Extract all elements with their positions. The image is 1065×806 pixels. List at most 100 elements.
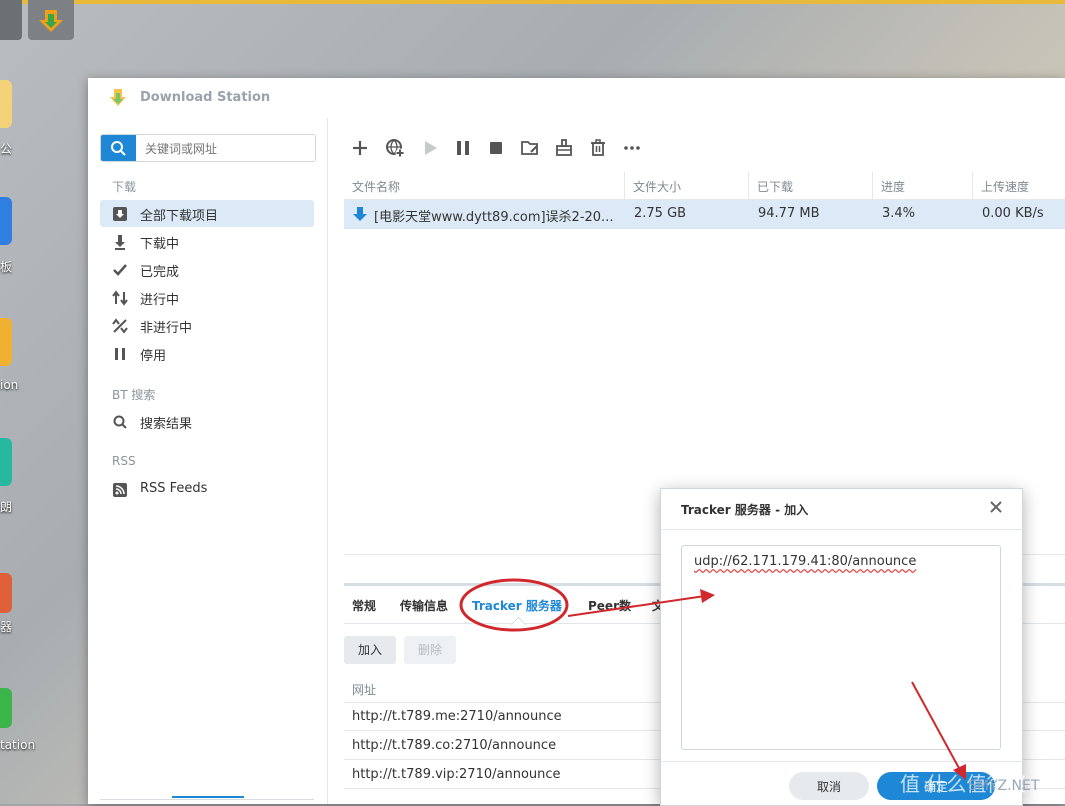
search-icon (113, 415, 127, 429)
trash-icon (591, 139, 605, 156)
all-downloads-icon (113, 207, 127, 221)
sidebar-item-label: RSS Feeds (140, 481, 208, 496)
sidebar-item-label: 全部下载项目 (140, 209, 219, 224)
sidebar-item-inactive[interactable]: 非进行中 (100, 312, 314, 339)
window-title: Download Station (140, 90, 271, 105)
sidebar-scroll-indicator[interactable] (172, 796, 244, 798)
tracker-url: http://t.t789.co:2710/announce (352, 738, 557, 753)
column-separator[interactable] (872, 172, 873, 199)
add-button[interactable] (348, 136, 372, 160)
tracker-url: http://t.t789.me:2710/announce (352, 709, 562, 724)
desktop-shortcut-icon[interactable] (0, 80, 12, 128)
transfer-arrows-icon (112, 290, 128, 306)
delete-button[interactable] (586, 136, 610, 160)
cancel-button[interactable]: 取消 (789, 772, 869, 800)
play-icon (425, 141, 437, 155)
pause-button[interactable] (451, 136, 475, 160)
tracker-delete-button[interactable]: 删除 (404, 636, 457, 664)
table-row[interactable]: [电影天堂www.dytt89.com]误杀2-20... 2.75 GB 94… (344, 200, 1065, 229)
cell-upload-speed: 0.00 KB/s (982, 206, 1044, 221)
desktop-shortcut-icon[interactable] (0, 318, 12, 366)
sidebar-item-label: 进行中 (140, 293, 180, 308)
tracker-url-textarea[interactable]: udp://62.171.179.41:80/announce (681, 545, 1001, 750)
sidebar-item-label: 非进行中 (140, 321, 193, 336)
sidebar-item-completed[interactable]: 已完成 (100, 256, 314, 283)
section-bt-search: BT 搜索 (112, 388, 156, 402)
tracker-url-value: udp://62.171.179.41:80/announce (694, 554, 917, 569)
resume-button[interactable] (418, 136, 442, 160)
desktop-shortcut-icon[interactable] (0, 573, 12, 613)
column-downloaded[interactable]: 已下载 (757, 178, 793, 195)
desktop-shortcut-label: 板 (0, 260, 13, 274)
edit-folder-icon (521, 141, 538, 155)
section-rss: RSS (112, 454, 136, 468)
search-icon (111, 141, 126, 156)
column-file-name[interactable]: 文件名称 (352, 178, 400, 195)
sidebar-item-active[interactable]: 进行中 (100, 284, 314, 311)
download-station-logo-icon (110, 89, 126, 106)
pause-icon (457, 141, 469, 155)
column-progress[interactable]: 进度 (881, 178, 905, 195)
sidebar-divider (100, 799, 314, 800)
add-url-icon (386, 139, 405, 158)
tab-transfer-info[interactable]: 传输信息 (400, 597, 448, 614)
tab-peers[interactable]: Peer数 (588, 597, 631, 614)
desktop-shortcut-label: ion (0, 378, 19, 392)
active-tab-indicator (510, 616, 527, 633)
more-icon (624, 146, 640, 150)
column-upload-speed[interactable]: 上传速度 (981, 178, 1029, 195)
desktop-shortcut-label: 公 (0, 142, 13, 156)
download-list-header: 文件名称 文件大小 已下载 进度 上传速度 (344, 172, 1065, 200)
add-url-button[interactable] (383, 136, 407, 160)
close-icon[interactable] (988, 499, 1004, 515)
desktop-shortcut-label: tation (0, 738, 36, 752)
taskbar-button[interactable] (0, 0, 22, 40)
edit-destination-button[interactable] (518, 136, 542, 160)
cell-file-size: 2.75 GB (634, 206, 687, 221)
window-titlebar[interactable]: Download Station (88, 78, 1065, 118)
stop-icon (490, 142, 502, 154)
inactive-icon (112, 318, 128, 334)
desktop-shortcut-label: 朗 (0, 500, 13, 514)
watermark-site: SMYZ.NET (968, 778, 1040, 794)
desktop-shortcut-icon[interactable] (0, 688, 12, 728)
column-separator[interactable] (624, 172, 625, 199)
pause-icon (115, 348, 125, 360)
sidebar-item-label: 下载中 (140, 237, 180, 252)
sidebar-item-rss-feeds[interactable]: RSS Feeds (100, 476, 314, 503)
clean-up-button[interactable] (552, 136, 576, 160)
tracker-add-button[interactable]: 加入 (344, 636, 397, 664)
rss-icon (113, 483, 127, 497)
tab-general[interactable]: 常规 (352, 597, 376, 614)
tab-tracker[interactable]: Tracker 服务器 (472, 597, 562, 614)
column-separator[interactable] (972, 172, 973, 199)
more-button[interactable] (620, 136, 644, 160)
dialog-divider (661, 529, 1022, 530)
search-button[interactable] (101, 135, 136, 161)
dialog-footer-divider (661, 761, 1022, 762)
stop-button[interactable] (484, 136, 508, 160)
downloading-icon (115, 235, 125, 250)
sidebar-item-all-downloads[interactable]: 全部下载项目 (100, 200, 314, 227)
desktop-shortcut-icon[interactable] (0, 197, 12, 245)
sidebar-item-search-results[interactable]: 搜索结果 (100, 408, 314, 435)
dialog-title: Tracker 服务器 - 加入 (681, 503, 809, 517)
sidebar-item-label: 搜索结果 (140, 417, 193, 432)
column-url: 网址 (352, 683, 377, 697)
column-file-size[interactable]: 文件大小 (633, 178, 681, 195)
taskbar-download-station-button[interactable] (28, 0, 74, 40)
download-arrow-icon (353, 207, 367, 221)
search-input[interactable] (143, 135, 312, 163)
sidebar-item-downloading[interactable]: 下载中 (100, 228, 314, 255)
cell-downloaded: 94.77 MB (758, 206, 820, 221)
desktop-shortcut-icon[interactable] (0, 438, 12, 486)
download-station-icon (39, 10, 63, 32)
sidebar-item-paused[interactable]: 停用 (100, 340, 314, 367)
add-icon (353, 141, 367, 155)
section-download: 下载 (112, 180, 137, 194)
column-separator[interactable] (748, 172, 749, 199)
clean-icon (556, 139, 572, 156)
tracker-url: http://t.t789.vip:2710/announce (352, 767, 561, 782)
search-box[interactable] (100, 134, 316, 163)
cell-file-name: [电影天堂www.dytt89.com]误杀2-20... (374, 210, 614, 225)
